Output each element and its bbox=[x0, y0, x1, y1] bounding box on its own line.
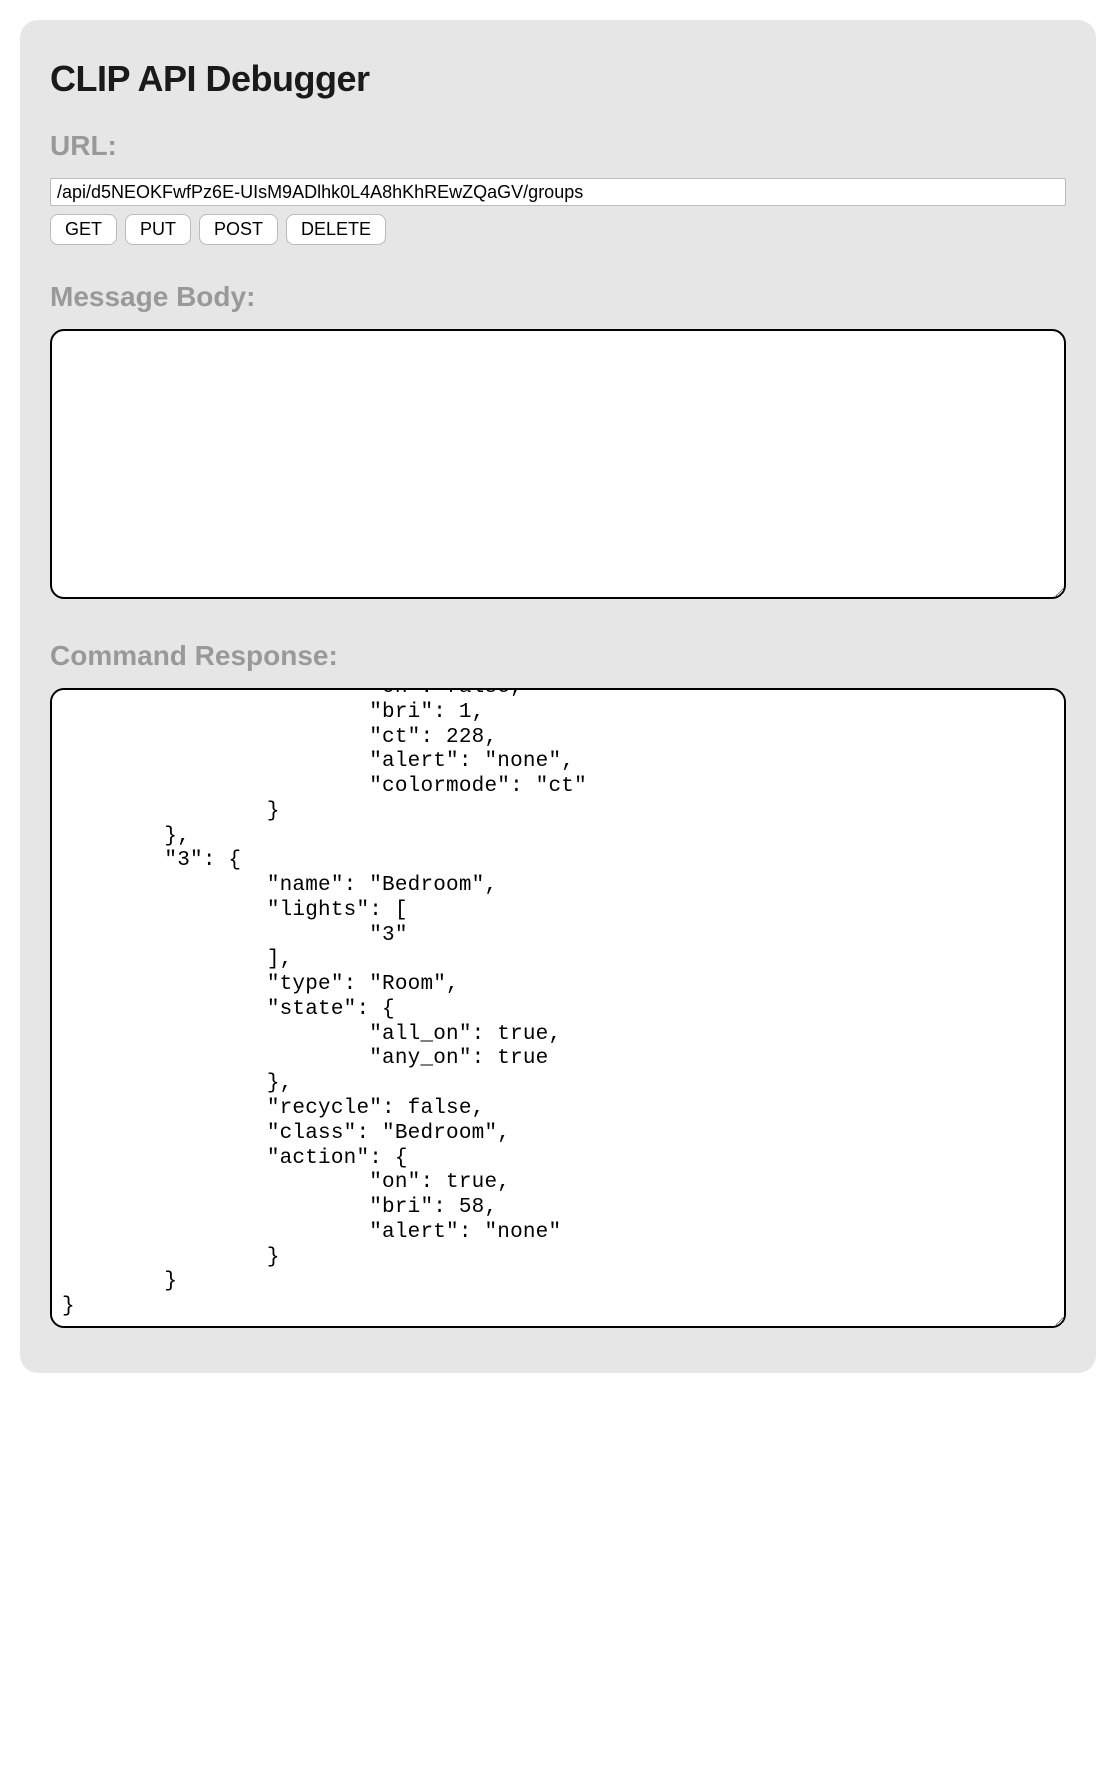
put-button[interactable]: PUT bbox=[125, 214, 191, 245]
url-input[interactable] bbox=[50, 178, 1066, 206]
message-body-label: Message Body: bbox=[50, 281, 1066, 313]
message-body-textarea[interactable] bbox=[50, 329, 1066, 599]
command-response-textarea[interactable] bbox=[50, 688, 1066, 1328]
debugger-panel: CLIP API Debugger URL: GET PUT POST DELE… bbox=[20, 20, 1096, 1373]
command-response-label: Command Response: bbox=[50, 640, 1066, 672]
page-title: CLIP API Debugger bbox=[50, 58, 1066, 100]
delete-button[interactable]: DELETE bbox=[286, 214, 386, 245]
post-button[interactable]: POST bbox=[199, 214, 278, 245]
get-button[interactable]: GET bbox=[50, 214, 117, 245]
http-method-row: GET PUT POST DELETE bbox=[50, 214, 1066, 245]
url-section-label: URL: bbox=[50, 130, 1066, 162]
